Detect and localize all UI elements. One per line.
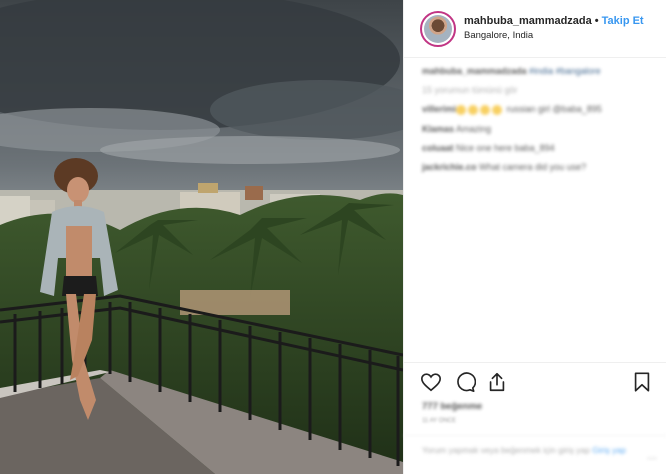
list-item: jackrichie.co What camera did you use? — [422, 162, 656, 172]
avatar-image — [424, 14, 452, 43]
post-photo[interactable] — [0, 0, 403, 474]
comment-icon[interactable] — [454, 371, 477, 393]
view-all-comments-link[interactable]: 15 yorumun tümünü gör — [422, 85, 656, 95]
list-item: Klamas Amazing — [422, 124, 656, 134]
header-text: mahbuba_mammadzada • Takip Et Bangalore, I… — [464, 15, 644, 42]
post-photo-image — [0, 0, 403, 474]
login-link[interactable]: Giriş yap — [592, 445, 626, 455]
location-link[interactable]: Bangalore, India — [464, 30, 644, 42]
comment-text: Nice one here baba_894 — [453, 142, 555, 153]
login-prompt: Yorum yapmak veya beğenmek için giriş ya… — [422, 445, 590, 455]
username-link[interactable]: mahbuba_mammadzada — [464, 15, 592, 27]
separator-dot: • — [594, 15, 599, 28]
emoji-icon — [492, 104, 503, 115]
like-count[interactable]: 777 beğenme — [422, 401, 482, 412]
heart-icon[interactable] — [420, 371, 442, 393]
list-item: villerimi russian girl @baba_895 — [422, 104, 656, 115]
comment-user[interactable]: coluaat — [422, 143, 454, 153]
view-all-label: 15 yorumun tümünü gör — [422, 85, 518, 95]
comment-text: Amazing — [454, 123, 492, 134]
comment-text: What camera did you use? — [476, 161, 587, 172]
post-time: 11 AY ÖNCE — [422, 418, 457, 424]
name-row: mahbuba_mammadzada • Takip Et — [464, 15, 644, 28]
emoji-icon — [480, 104, 491, 115]
bookmark-icon[interactable] — [631, 371, 653, 393]
post-side-panel: mahbuba_mammadzada • Takip Et Bangalore, I… — [403, 0, 666, 474]
post-actions: 777 beğenme 11 AY ÖNCE Yorum yapmak veya… — [404, 362, 666, 472]
action-icon-row — [420, 371, 653, 393]
comment-list: mahbuba_mammadzada #india #bangalore 15 … — [422, 66, 656, 181]
caption: mahbuba_mammadzada #india #bangalore — [422, 66, 656, 76]
comment-text: russian girl @baba_895 — [504, 104, 602, 114]
comment-user[interactable]: villerimi — [422, 104, 456, 114]
more-options-icon[interactable]: ... — [647, 446, 657, 464]
emoji-icon — [468, 104, 479, 115]
list-item: coluaat Nice one here baba_894 — [422, 143, 656, 153]
comment-user[interactable]: Klamas — [422, 124, 454, 134]
comment-user[interactable]: jackrichie.co — [422, 162, 477, 172]
avatar[interactable] — [420, 10, 456, 47]
post-header: mahbuba_mammadzada • Takip Et Bangalore, I… — [404, 0, 666, 58]
emoji-icon — [456, 104, 467, 115]
follow-button[interactable]: Takip Et — [602, 15, 644, 27]
comment-user[interactable]: mahbuba_mammadzada — [422, 66, 527, 76]
add-comment-bar: Yorum yapmak veya beğenmek için giriş ya… — [404, 435, 666, 473]
comment-text[interactable]: #india #bangalore — [527, 66, 601, 76]
share-icon[interactable] — [486, 371, 508, 393]
